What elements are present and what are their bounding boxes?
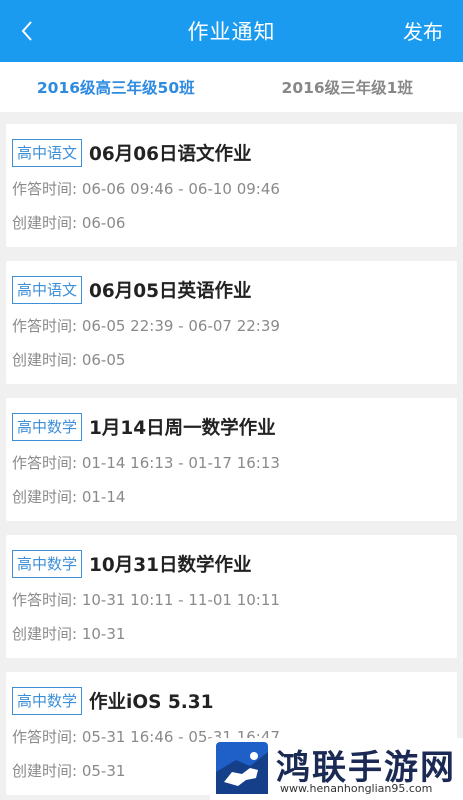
tab-class-1[interactable]: 2016级三年级1班: [232, 62, 463, 112]
assignment-title: 1月14日周一数学作业: [89, 418, 276, 439]
watermark-logo-icon: [216, 742, 268, 794]
subject-tag: 高中数学: [12, 687, 83, 715]
assignment-card[interactable]: 高中语文 06月06日语文作业 作答时间: 06-06 09:46 - 06-1…: [6, 124, 457, 247]
subject-tag: 高中数学: [12, 550, 83, 578]
answer-time: 作答时间: 10-31 10:11 - 11-01 10:11: [12, 591, 280, 609]
assignment-title: 06月05日英语作业: [89, 281, 252, 302]
subject-tag: 高中语文: [12, 276, 83, 304]
class-tabs: 2016级高三年级50班 2016级三年级1班: [0, 62, 463, 112]
site-watermark: 鸿联手游网 www.henanhonglian95.com: [210, 738, 463, 800]
created-date: 创建时间: 06-06: [12, 214, 126, 232]
assignment-title: 10月31日数学作业: [89, 555, 252, 576]
assignment-card[interactable]: 高中语文 06月05日英语作业 作答时间: 06-05 22:39 - 06-0…: [6, 261, 457, 384]
back-button[interactable]: [10, 12, 44, 50]
page-title: 作业通知: [187, 20, 276, 44]
assignment-title: 06月06日语文作业: [89, 144, 252, 165]
watermark-url: www.henanhonglian95.com: [280, 782, 433, 795]
navigation-bar: 作业通知 发布: [0, 0, 463, 62]
publish-button[interactable]: 发布: [403, 16, 443, 45]
subject-tag: 高中数学: [12, 413, 83, 441]
assignment-list: 高中语文 06月06日语文作业 作答时间: 06-06 09:46 - 06-1…: [0, 112, 463, 800]
answer-time: 作答时间: 01-14 16:13 - 01-17 16:13: [12, 454, 280, 472]
assignment-title: 作业iOS 5.31: [89, 692, 214, 713]
tab-class-50[interactable]: 2016级高三年级50班: [0, 62, 232, 112]
answer-time: 作答时间: 06-06 09:46 - 06-10 09:46: [12, 180, 280, 198]
chevron-left-icon: [21, 21, 32, 41]
assignment-card[interactable]: 高中数学 10月31日数学作业 作答时间: 10-31 10:11 - 11-0…: [6, 535, 457, 658]
created-date: 创建时间: 10-31: [12, 625, 126, 643]
subject-tag: 高中语文: [12, 139, 83, 167]
assignment-card[interactable]: 高中数学 1月14日周一数学作业 作答时间: 01-14 16:13 - 01-…: [6, 398, 457, 521]
answer-time: 作答时间: 06-05 22:39 - 06-07 22:39: [12, 317, 280, 335]
created-date: 创建时间: 01-14: [12, 488, 126, 506]
created-date: 创建时间: 06-05: [12, 351, 126, 369]
